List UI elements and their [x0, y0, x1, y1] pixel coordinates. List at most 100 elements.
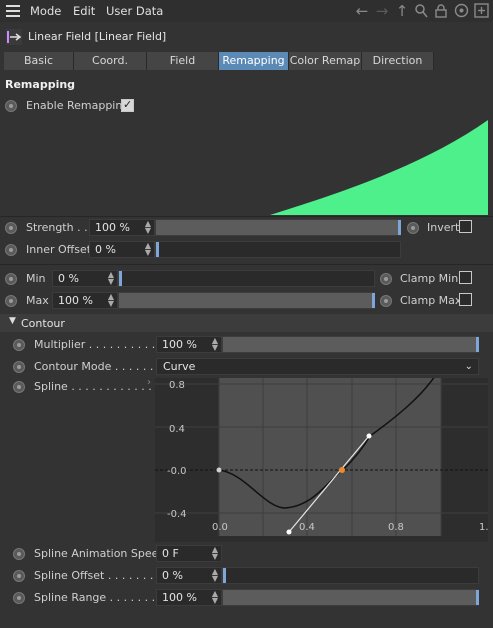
- animate-dot[interactable]: [13, 592, 25, 604]
- spline-offset-label: Spline Offset . . . . . . .: [34, 569, 154, 582]
- object-header: Linear Field [Linear Field]: [0, 27, 493, 47]
- animate-dot[interactable]: [13, 361, 25, 373]
- multiplier-slider[interactable]: [222, 336, 479, 353]
- x-tick-label: 0.0: [212, 522, 228, 533]
- object-title: Linear Field [Linear Field]: [28, 30, 167, 43]
- tab-remapping[interactable]: Remapping: [219, 52, 289, 70]
- animate-dot[interactable]: [380, 273, 392, 285]
- expand-arrow-icon[interactable]: ›: [147, 377, 151, 388]
- y-tick-label: -0.0: [167, 466, 187, 477]
- invert-checkbox[interactable]: [459, 220, 472, 233]
- spline-range-value: 100 %: [162, 591, 197, 604]
- animate-dot[interactable]: [13, 339, 25, 351]
- animate-dot[interactable]: [13, 548, 25, 560]
- spline-graph[interactable]: 0.8 0.4 -0.0 -0.4 0.0 0.4 0.8 1.: [155, 378, 488, 542]
- inner-offset-slider[interactable]: [155, 241, 401, 258]
- spline-point-selected[interactable]: [339, 467, 345, 473]
- clamp-min-label: Clamp Min: [400, 272, 459, 285]
- min-slider[interactable]: [118, 270, 375, 287]
- y-tick-label: 0.8: [169, 380, 185, 391]
- min-value: 0 %: [58, 272, 79, 285]
- strength-label: Strength . .: [26, 221, 88, 234]
- contour-mode-label: Contour Mode . . . . . .: [34, 360, 154, 373]
- remapping-preview: [270, 120, 488, 215]
- search-icon[interactable]: [415, 4, 428, 18]
- animate-dot[interactable]: [13, 381, 25, 393]
- max-field[interactable]: 100 % ▲ ▼: [52, 292, 118, 309]
- spinner-icon[interactable]: ▲ ▼: [212, 546, 218, 561]
- y-tick-label: 0.4: [169, 424, 185, 435]
- max-label: Max: [26, 294, 49, 307]
- x-tick-label: 1.: [479, 522, 488, 533]
- spinner-icon[interactable]: ▲ ▼: [145, 242, 151, 257]
- spinner-icon[interactable]: ▲ ▼: [212, 337, 218, 352]
- spline-offset-slider[interactable]: [222, 567, 479, 584]
- spline-offset-field[interactable]: 0 % ▲ ▼: [156, 567, 222, 584]
- spinner-icon[interactable]: ▲ ▼: [145, 220, 151, 235]
- up-arrow-icon[interactable]: ↑: [393, 2, 411, 20]
- menubar: Mode Edit User Data ← → ↑: [0, 0, 493, 22]
- lock-icon[interactable]: [435, 4, 447, 18]
- spline-tangent-handle[interactable]: [366, 433, 372, 439]
- clamp-max-checkbox[interactable]: [459, 293, 472, 306]
- back-arrow-icon[interactable]: ←: [353, 2, 371, 20]
- inner-offset-label: Inner Offset: [26, 243, 92, 256]
- spline-range-slider[interactable]: [222, 589, 479, 606]
- multiplier-value: 100 %: [162, 338, 197, 351]
- min-field[interactable]: 0 % ▲ ▼: [52, 270, 118, 287]
- x-tick-label: 0.4: [299, 522, 315, 533]
- contour-header[interactable]: ▼ Contour: [0, 314, 493, 332]
- contour-mode-value: Curve: [163, 360, 196, 373]
- enable-remapping-checkbox[interactable]: [121, 98, 134, 112]
- add-icon[interactable]: [474, 3, 489, 18]
- clamp-min-checkbox[interactable]: [459, 271, 472, 284]
- multiplier-field[interactable]: 100 % ▲ ▼: [156, 336, 222, 353]
- animate-dot[interactable]: [13, 570, 25, 582]
- section-title-contour: Contour: [21, 317, 65, 330]
- tab-coord[interactable]: Coord.: [74, 52, 147, 70]
- spinner-icon[interactable]: ▲ ▼: [108, 271, 114, 286]
- tab-basic[interactable]: Basic: [4, 52, 74, 70]
- clamp-max-label: Clamp Max: [400, 294, 462, 307]
- animate-dot[interactable]: [5, 295, 17, 307]
- max-value: 100 %: [58, 294, 93, 307]
- contour-mode-dropdown[interactable]: Curve ⌄: [156, 358, 479, 375]
- animate-dot[interactable]: [5, 100, 17, 112]
- spline-label: Spline . . . . . . . . . . . . .: [34, 380, 159, 393]
- chevron-down-icon: ⌄: [464, 361, 473, 372]
- animate-dot[interactable]: [407, 222, 419, 234]
- x-tick-label: 0.8: [388, 522, 404, 533]
- menu-edit[interactable]: Edit: [73, 4, 95, 18]
- multiplier-label: Multiplier . . . . . . . . . .: [34, 338, 156, 351]
- max-slider[interactable]: [118, 292, 375, 309]
- spinner-icon[interactable]: ▲ ▼: [212, 568, 218, 583]
- tab-direction[interactable]: Direction: [362, 52, 434, 70]
- forward-arrow-icon[interactable]: →: [373, 2, 391, 20]
- inner-offset-field[interactable]: 0 % ▲ ▼: [89, 241, 155, 258]
- menu-mode[interactable]: Mode: [30, 4, 61, 18]
- animate-dot[interactable]: [5, 244, 17, 256]
- spline-point[interactable]: [216, 467, 222, 473]
- collapse-triangle-icon[interactable]: ▼: [9, 316, 16, 326]
- tab-color-remap[interactable]: Color Remap: [289, 52, 362, 70]
- spline-range-field[interactable]: 100 % ▲ ▼: [156, 589, 222, 606]
- spline-anim-speed-field[interactable]: 0 F ▲ ▼: [156, 545, 222, 562]
- spline-tangent-handle[interactable]: [286, 529, 292, 535]
- enable-remapping-label: Enable Remapping: [26, 99, 130, 112]
- tab-field[interactable]: Field: [147, 52, 219, 70]
- hamburger-icon[interactable]: [6, 5, 20, 17]
- spinner-icon[interactable]: ▲ ▼: [108, 293, 114, 308]
- y-tick-label: -0.4: [167, 509, 187, 520]
- target-icon[interactable]: [454, 3, 469, 18]
- animate-dot[interactable]: [380, 295, 392, 307]
- spline-anim-speed-label: Spline Animation Speed: [34, 547, 166, 560]
- animate-dot[interactable]: [5, 273, 17, 285]
- menu-user-data[interactable]: User Data: [106, 4, 163, 18]
- inner-offset-value: 0 %: [95, 243, 116, 256]
- spline-range-label: Spline Range . . . . . . . .: [34, 591, 163, 604]
- strength-field[interactable]: 100 % ▲ ▼: [89, 219, 155, 236]
- spline-offset-value: 0 %: [162, 569, 183, 582]
- spinner-icon[interactable]: ▲ ▼: [212, 590, 218, 605]
- animate-dot[interactable]: [5, 222, 17, 234]
- strength-slider[interactable]: [155, 219, 401, 236]
